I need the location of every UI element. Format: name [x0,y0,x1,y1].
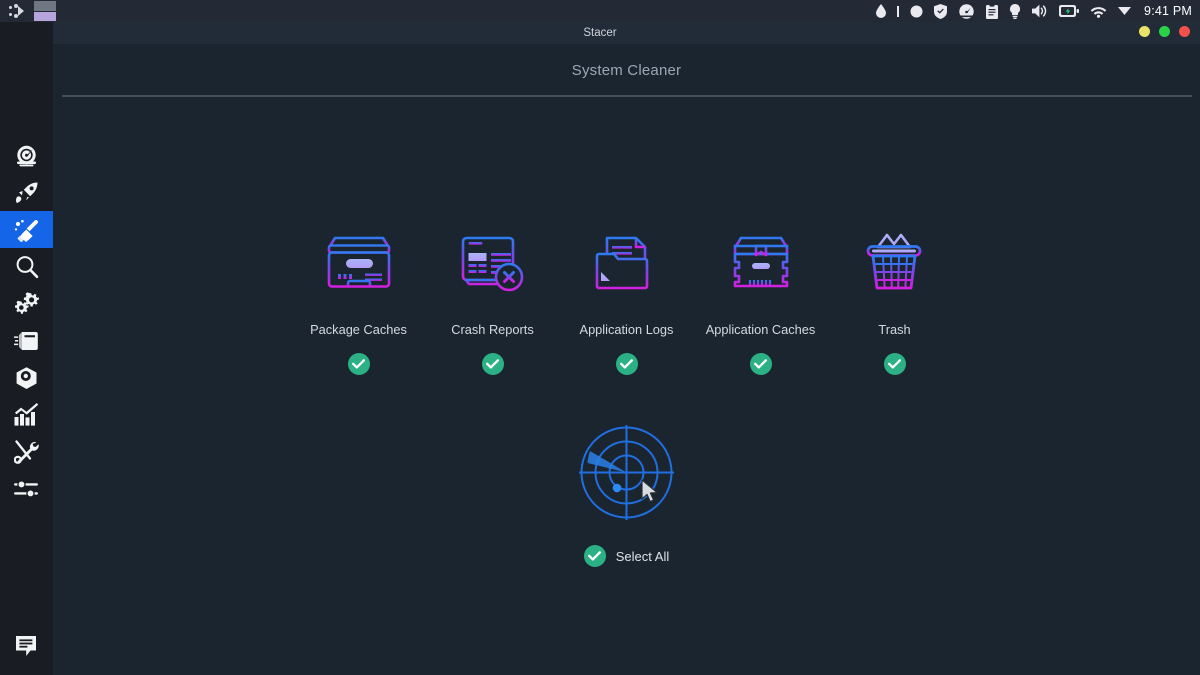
system-tray: 9:41 PM [876,4,1192,19]
helmet-icon [15,366,39,390]
desktop-top-bar: 9:41 PM [0,0,1200,22]
card-label: Trash [878,322,910,337]
clock: 9:41 PM [1144,4,1192,18]
tray-divider [897,6,899,17]
cleaner-card-application-caches[interactable]: Application Caches [694,225,828,375]
battery-icon[interactable] [1059,5,1079,17]
speedometer-icon [14,145,39,167]
card-label: Crash Reports [451,322,534,337]
crash-reports-icon [458,225,528,300]
scanner-section: Select All [53,425,1200,567]
package-icon [14,331,39,351]
speedometer-icon[interactable] [958,4,975,19]
sidebar-item-search[interactable] [0,248,53,285]
select-all-label: Select All [616,549,669,564]
sidebar-item-feedback[interactable] [0,628,53,665]
sidebar-item-packages[interactable] [0,322,53,359]
sidebar-item-services[interactable] [0,285,53,322]
sidebar-item-startup-apps[interactable] [0,174,53,211]
checkbox-trash[interactable] [884,353,906,375]
cleaner-card-trash[interactable]: Trash [828,225,962,375]
lightbulb-icon[interactable] [1009,4,1021,19]
checkbox-crash-reports[interactable] [482,353,504,375]
gears-icon [14,292,39,315]
close-button[interactable] [1179,26,1190,37]
window-title-bar: Stacer [0,22,1200,44]
rocket-icon [15,181,39,205]
shield-icon[interactable] [934,4,947,19]
page-title: System Cleaner [572,62,682,79]
speech-bubble-icon [16,636,38,658]
page-header: System Cleaner [53,44,1200,96]
trash-icon [860,225,930,300]
stacer-window: Stacer System Cleaner [53,22,1200,675]
cleaner-card-application-logs[interactable]: Application Logs [560,225,694,375]
window-controls [1139,26,1190,37]
top-bar-left-group [8,1,56,21]
application-caches-icon [726,225,796,300]
sidebar-item-tools[interactable] [0,433,53,470]
bar-chart-icon [14,403,39,426]
sliders-icon [14,479,39,499]
sidebar-item-resources[interactable] [0,396,53,433]
cleaner-card-grid: Package Caches [53,225,1200,375]
clipboard-icon[interactable] [986,4,998,19]
water-drop-icon[interactable] [876,4,886,18]
window-title: Stacer [583,27,616,39]
select-all-control[interactable]: Select All [584,545,669,567]
sidebar-item-processes[interactable] [0,359,53,396]
circle-indicator-icon[interactable] [910,5,923,18]
magnifier-icon [15,255,39,279]
app-sidebar [0,22,53,675]
broom-icon [14,218,39,242]
checkbox-application-caches[interactable] [750,353,772,375]
chevron-down-icon[interactable] [1118,7,1131,15]
checkbox-select-all[interactable] [584,545,606,567]
sidebar-item-dashboard[interactable] [0,137,53,174]
minimize-button[interactable] [1139,26,1150,37]
mouse-cursor [641,479,658,508]
card-label: Application Caches [706,322,816,337]
sidebar-item-system-cleaner[interactable] [0,211,53,248]
package-caches-icon [324,225,394,300]
activities-dots-icon[interactable] [8,3,26,19]
checkbox-application-logs[interactable] [616,353,638,375]
scissors-wrench-icon [14,440,39,464]
checkbox-package-caches[interactable] [348,353,370,375]
application-logs-icon [592,225,662,300]
cleaner-card-package-caches[interactable]: Package Caches [292,225,426,375]
card-label: Application Logs [580,322,674,337]
header-divider [62,95,1192,97]
sidebar-item-settings[interactable] [0,470,53,507]
card-label: Package Caches [310,322,407,337]
cleaner-card-crash-reports[interactable]: Crash Reports [426,225,560,375]
maximize-button[interactable] [1159,26,1170,37]
wifi-icon[interactable] [1090,5,1107,18]
radar-scanner-icon[interactable] [579,425,674,520]
volume-icon[interactable] [1032,4,1048,18]
workspace-switcher-icon[interactable] [34,1,56,21]
